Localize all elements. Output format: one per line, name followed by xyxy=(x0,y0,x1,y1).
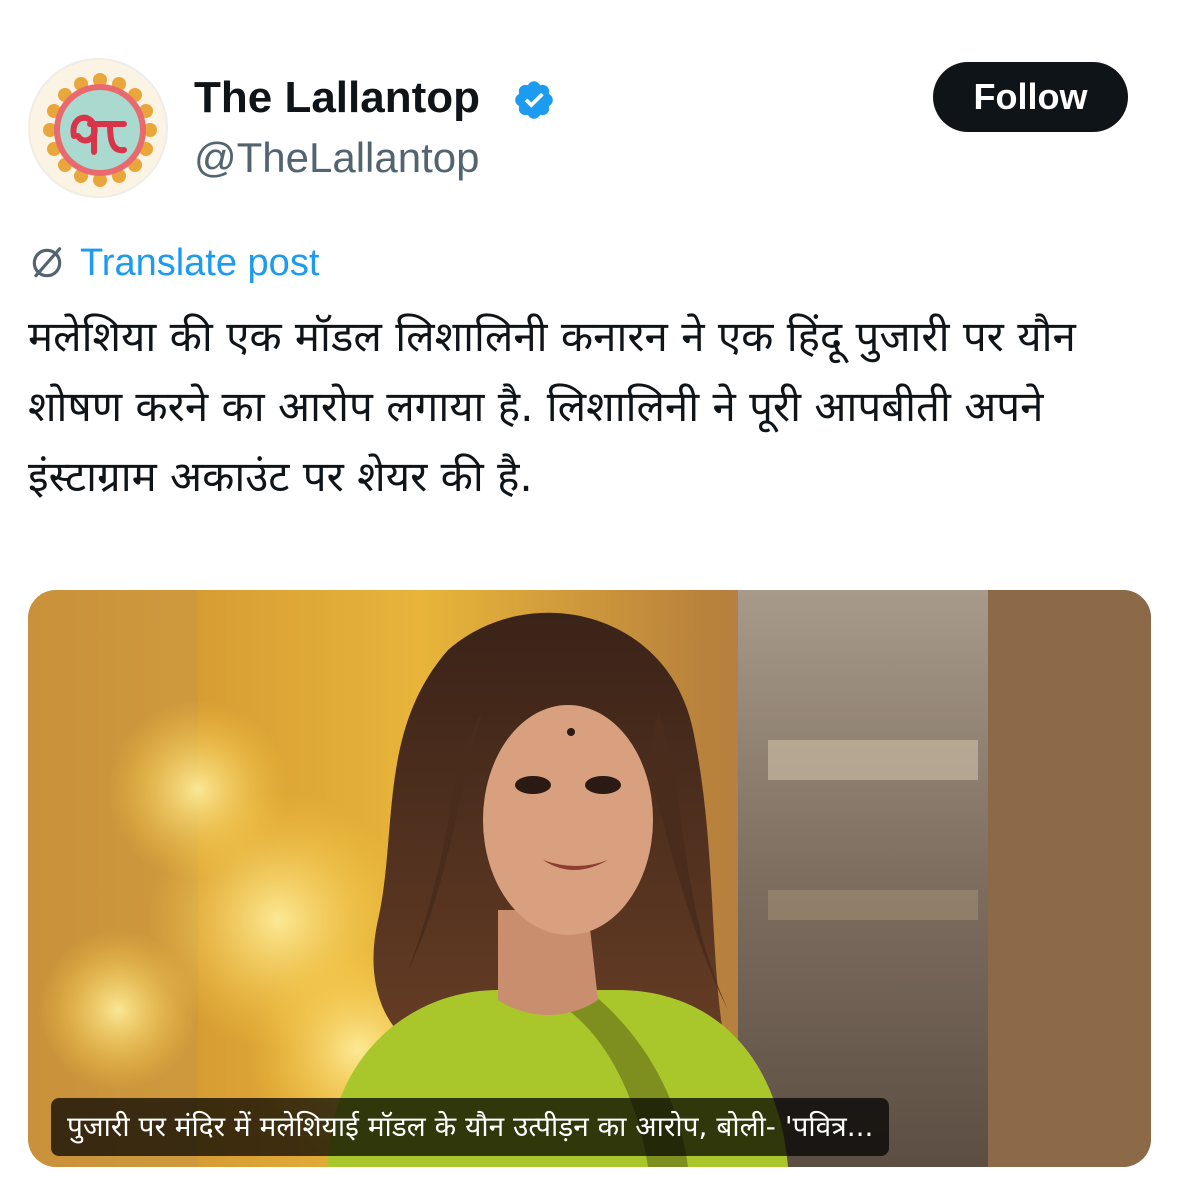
follow-button[interactable]: Follow xyxy=(933,62,1128,132)
verified-badge-icon xyxy=(515,81,553,119)
media-caption: पुजारी पर मंदिर में मलेशियाई मॉडल के यौन… xyxy=(51,1098,890,1156)
author-avatar[interactable] xyxy=(28,58,168,198)
author-display-name[interactable]: The Lallantop xyxy=(194,70,480,126)
translate-post-link[interactable]: Translate post xyxy=(28,238,319,288)
globe-slash-icon xyxy=(32,247,62,278)
post-media-card[interactable]: पुजारी पर मंदिर में मलेशियाई मॉडल के यौन… xyxy=(28,590,1151,1167)
news-thumbnail-image xyxy=(28,590,1151,1167)
author-handle[interactable]: @TheLallantop xyxy=(194,130,480,186)
translate-post-label: Translate post xyxy=(80,242,320,284)
post-text: मलेशिया की एक मॉडल लिशालिनी कनारन ने एक … xyxy=(28,312,1076,501)
lallantop-logo-icon xyxy=(43,73,157,187)
